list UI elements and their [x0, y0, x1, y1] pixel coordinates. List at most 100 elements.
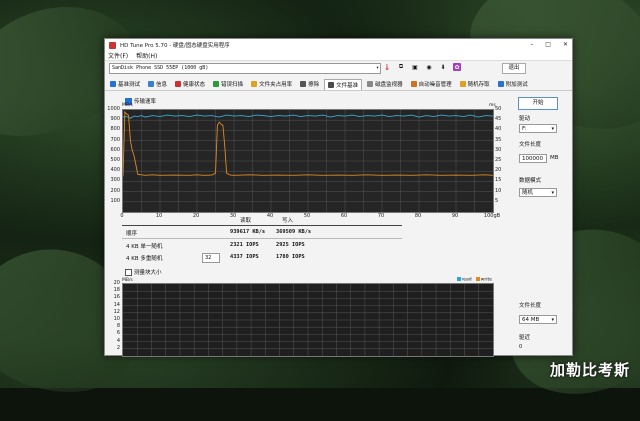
x-tick-label: 100gB: [483, 213, 501, 219]
block-size-checkbox[interactable]: 测量块大小: [125, 268, 162, 276]
tab-aam[interactable]: 自动噪音管理: [408, 79, 455, 89]
y-tick-label-chart2: 4: [116, 337, 120, 344]
read-value: 939617 KB/s: [230, 229, 266, 235]
drive-select-value: SanDisk Phone SSD 55EP (1000 gB): [112, 64, 209, 71]
legend-read: read: [456, 277, 472, 283]
extra-tests-icon: [497, 81, 504, 87]
result-row-4k-multi: 4 KB 多重随机 32 4337 IOPS 1780 IOPS: [122, 253, 492, 263]
tab-label: 附加测试: [505, 82, 528, 88]
x-tick-label: 0: [120, 213, 124, 219]
y-tick-label-left: 600: [110, 146, 120, 153]
checkbox-label: 传输速率: [134, 99, 157, 105]
menu-help[interactable]: 帮助(H): [136, 51, 157, 60]
health-icon: [175, 81, 182, 87]
y-tick-label-chart2: 14: [113, 301, 120, 308]
y-tick-label-right: 5: [495, 197, 499, 204]
row-label: 4 KB 多重随机: [126, 256, 163, 262]
chevron-down-icon: ▾: [375, 64, 379, 71]
copy-icon[interactable]: ⧉: [397, 63, 405, 71]
row-label: 顺序: [126, 231, 138, 237]
file-length-input[interactable]: 100000: [519, 154, 547, 163]
y-tick-label-right: 50: [495, 106, 502, 112]
data-pattern-select[interactable]: 随机 ▾: [519, 188, 557, 197]
start-button[interactable]: 开始: [518, 97, 558, 110]
tab-disk-monitor[interactable]: 磁盘监视器: [364, 79, 406, 89]
tab-benchmark[interactable]: 基准测试: [107, 79, 143, 89]
tab-error-scan[interactable]: 错误扫描: [210, 79, 246, 89]
drive-label: 驱动: [519, 116, 531, 122]
noise-icon: [410, 81, 417, 87]
tab-label: 文件基准: [336, 82, 359, 89]
read-value: 2321 IOPS: [230, 242, 259, 248]
checkbox-label: 测量块大小: [134, 270, 162, 276]
result-row-4k-single: 4 KB 单一随机 2321 IOPS 2925 IOPS: [122, 241, 492, 251]
legend-write: write: [475, 277, 492, 283]
y-tick-label-left: 500: [110, 157, 120, 163]
y-tick-label-left: 100: [110, 197, 120, 204]
save-icon[interactable]: ▣: [411, 63, 419, 71]
y-tick-label-chart2: 18: [113, 287, 120, 294]
thermometer-icon[interactable]: 🌡: [383, 63, 391, 71]
y-tick-label-left: 900: [110, 116, 120, 123]
data-pattern-label: 数据模式: [519, 178, 542, 184]
tab-random-access[interactable]: 随机存取: [457, 79, 493, 89]
file-length-value: 100000: [522, 156, 543, 162]
y-tick-label-left: 1000: [107, 106, 120, 112]
plugin-icon[interactable]: ✿: [453, 63, 461, 71]
tab-label: 信息: [156, 82, 168, 88]
x-tick-label: 20: [192, 213, 200, 219]
alignment-label: 驱近: [519, 335, 531, 341]
tab-health[interactable]: 健康状态: [172, 79, 208, 89]
tab-label: 基准测试: [118, 82, 141, 88]
benchmark-icon: [110, 81, 116, 87]
queue-depth-value: 32: [205, 255, 212, 261]
maximize-button[interactable]: □: [545, 41, 551, 48]
chart2-legend: read write: [456, 277, 492, 283]
left-axis-unit: MB/s: [122, 103, 133, 108]
close-button[interactable]: ✕: [563, 41, 568, 48]
chevron-down-icon: ▾: [551, 126, 554, 132]
tab-folder-usage[interactable]: 文件夹占用率: [248, 79, 295, 89]
minimize-button[interactable]: –: [530, 41, 533, 48]
exit-button[interactable]: 退出: [502, 63, 526, 74]
y-tick-label-right: 30: [495, 146, 502, 153]
alignment-value[interactable]: 0: [519, 344, 522, 350]
divider: [122, 225, 402, 226]
toolbar: SanDisk Phone SSD 55EP (1000 gB) ▾ 🌡 ⧉ ▣…: [105, 61, 572, 75]
file-benchmark-icon: [328, 81, 335, 88]
random-access-icon: [459, 81, 466, 87]
checkbox-box: [125, 268, 132, 276]
tab-label: 随机存取: [467, 82, 490, 88]
block-file-length-select[interactable]: 64 MB ▾: [519, 315, 557, 324]
menu-file[interactable]: 文件(F): [108, 51, 128, 60]
y-tick-label-left: 800: [110, 126, 120, 133]
chevron-down-icon: ▾: [551, 317, 554, 323]
tab-label: 自动噪音管理: [418, 82, 452, 88]
queue-depth-stepper[interactable]: 32: [202, 253, 220, 263]
tab-info[interactable]: 信息: [145, 79, 170, 89]
drive-letter-select[interactable]: F: ▾: [519, 124, 557, 133]
y-tick-label-right: 40: [495, 126, 502, 133]
x-tick-label: 30: [229, 213, 237, 219]
title-bar: HD Tune Pro 5.70 - 硬盘/固态硬盘实用程序 – □ ✕: [105, 39, 572, 51]
y-tick-label-right: 20: [495, 167, 502, 174]
write-value: 2925 IOPS: [276, 242, 305, 248]
read-column-header: 读取: [240, 218, 252, 224]
y-tick-label-chart2: 20: [113, 280, 120, 286]
y-tick-label-right: 45: [495, 116, 502, 123]
y-tick-label-right: 25: [495, 157, 502, 163]
y-tick-label-left: 700: [110, 136, 120, 143]
y-tick-label-chart2: 16: [113, 294, 120, 301]
y-tick-label-chart2: 8: [116, 323, 120, 330]
tab-erase[interactable]: 擦除: [297, 79, 322, 89]
error-scan-icon: [213, 81, 220, 87]
info-icon: [148, 81, 155, 87]
camera-icon[interactable]: ◉: [425, 63, 433, 71]
tab-file-benchmark[interactable]: 文件基准: [324, 78, 363, 90]
tab-label: 健康状态: [183, 82, 206, 88]
window-title: HD Tune Pro 5.70 - 硬盘/固态硬盘实用程序: [120, 43, 230, 49]
x-tick-label: 60: [340, 213, 348, 219]
drive-select[interactable]: SanDisk Phone SSD 55EP (1000 gB) ▾: [109, 62, 381, 74]
tab-extra-tests[interactable]: 附加测试: [495, 79, 531, 89]
download-icon[interactable]: ⬇: [439, 63, 447, 71]
